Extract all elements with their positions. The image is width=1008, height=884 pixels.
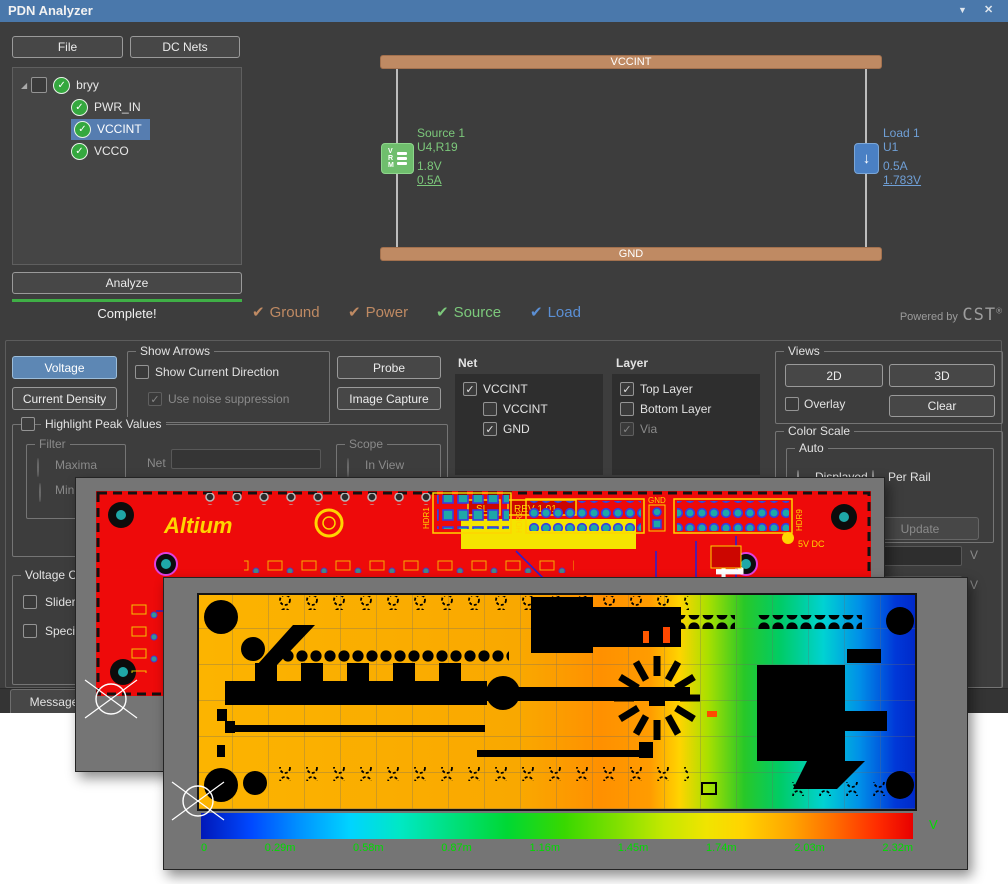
- net-list: ✓ VCCINT VCCINT ✓ GND: [455, 374, 603, 475]
- hdr2-label: HDR2: [515, 511, 524, 533]
- net-vccint-checkbox[interactable]: ✓: [463, 382, 477, 396]
- current-density-mode-button[interactable]: Current Density: [12, 387, 117, 410]
- tree-item-label[interactable]: VCCO: [94, 144, 129, 158]
- tree-row-vccint[interactable]: ✓ VCCINT: [13, 118, 241, 140]
- check-icon: ✔: [348, 303, 361, 321]
- bottom-layer-checkbox[interactable]: [620, 402, 634, 416]
- cst-logo: CST: [962, 305, 996, 325]
- show-arrows-group: Show Arrows Show Current Direction ✓ Use…: [127, 351, 330, 423]
- colorbar-unit: V: [929, 817, 938, 832]
- voltage-heatmap-window[interactable]: V 0 0.29m 0.58m 0.87m 1.16m 1.45m 1.74m …: [163, 577, 968, 870]
- net-tree-panel: ◢ ✓ bryy ✓ PWR_IN ✓ VCCINT ✓ VCCO: [12, 67, 242, 265]
- status-check-icon: ✓: [71, 143, 88, 160]
- tree-row-vcco[interactable]: ✓ VCCO: [13, 140, 241, 162]
- altium-logo-text: Altium: [163, 513, 232, 538]
- window-menu-icon[interactable]: ▼: [958, 5, 967, 15]
- load-icon[interactable]: ↓: [854, 143, 879, 174]
- top-layer-checkbox[interactable]: ✓: [620, 382, 634, 396]
- net-gnd-checkbox[interactable]: ✓: [483, 422, 497, 436]
- status-check-icon: ✓: [74, 121, 91, 138]
- legend-load: ✔ Load: [530, 303, 581, 321]
- source-info: Source 1 U4,R19 1.8V 0.5A: [417, 126, 465, 187]
- voltage-mode-button[interactable]: Voltage: [12, 356, 117, 379]
- load-voltage-link[interactable]: 1.783V: [883, 173, 921, 187]
- analyze-button[interactable]: Analyze: [12, 272, 242, 294]
- ground-rail-gnd[interactable]: GND: [380, 247, 882, 261]
- power-rail-vccint[interactable]: VCCINT: [380, 55, 882, 69]
- maxima-radio: [37, 458, 39, 477]
- voltage-heatmap-image[interactable]: [197, 593, 917, 811]
- hdr1-label: HDR1: [422, 507, 431, 529]
- show-current-direction-checkbox[interactable]: [135, 365, 149, 379]
- load-name: Load 1: [883, 126, 921, 140]
- title-bar[interactable]: PDN Analyzer ▼ ✕: [0, 0, 1008, 22]
- status-check-icon: ✓: [71, 99, 88, 116]
- overlay-checkbox[interactable]: [785, 397, 799, 411]
- tree-item-label[interactable]: VCCINT: [97, 122, 142, 136]
- check-icon: ✔: [530, 303, 543, 321]
- view-3d-button[interactable]: 3D: [889, 364, 995, 387]
- tree-root-label[interactable]: bryy: [76, 78, 99, 92]
- clear-button[interactable]: Clear: [889, 395, 995, 417]
- highlight-net-field[interactable]: [171, 449, 321, 469]
- scale-min-unit: V: [970, 578, 978, 592]
- dc-nets-button[interactable]: DC Nets: [130, 36, 240, 58]
- load-info: Load 1 U1 0.5A 1.783V: [883, 126, 921, 187]
- via-checkbox: ✓: [620, 422, 634, 436]
- root-checkbox[interactable]: [31, 77, 47, 93]
- vrm-source-icon[interactable]: VRM: [381, 143, 414, 174]
- probe-button[interactable]: Probe: [337, 356, 441, 379]
- close-icon[interactable]: ✕: [984, 3, 993, 16]
- scale-max-unit: V: [970, 548, 978, 562]
- source-voltage: 1.8V: [417, 159, 465, 173]
- minima-radio: [39, 483, 41, 502]
- load-current: 0.5A: [883, 159, 921, 173]
- views-group: Views 2D 3D Overlay Clear: [775, 351, 1003, 424]
- net-field-label: Net: [147, 456, 166, 470]
- selected-highlight: ✓ VCCINT: [71, 119, 150, 140]
- legend-ground: ✔ Ground: [252, 303, 320, 321]
- highlight-peak-checkbox[interactable]: [21, 417, 35, 431]
- colorbar-labels: 0 0.29m 0.58m 0.87m 1.16m 1.45m 1.74m 2.…: [201, 842, 913, 854]
- expander-icon[interactable]: ◢: [21, 81, 27, 90]
- legend-power: ✔ Power: [348, 303, 408, 321]
- hdr9-label: HDR9: [795, 509, 804, 531]
- legend-source: ✔ Source: [436, 303, 501, 321]
- view-2d-button[interactable]: 2D: [785, 364, 883, 387]
- probe-crosshair-icon: [84, 672, 138, 726]
- slider-checkbox[interactable]: [23, 595, 37, 609]
- source-name: Source 1: [417, 126, 465, 140]
- check-icon: ✔: [252, 303, 265, 321]
- file-button[interactable]: File: [12, 36, 123, 58]
- net-list-title: Net: [458, 356, 477, 370]
- app-title: PDN Analyzer: [8, 3, 93, 18]
- status-check-icon: ✓: [53, 77, 70, 94]
- in-view-radio: [347, 458, 349, 477]
- supply-label: 5V DC: [798, 539, 825, 549]
- load-refdes: U1: [883, 140, 921, 154]
- check-icon: ✔: [436, 303, 449, 321]
- tree-row-pwrin[interactable]: ✓ PWR_IN: [13, 96, 241, 118]
- voltage-colorbar: [201, 813, 913, 839]
- source-current-link[interactable]: 0.5A: [417, 173, 465, 187]
- gnd-silk-label: GND: [648, 496, 666, 505]
- noise-suppression-checkbox: ✓: [148, 392, 162, 406]
- source-refdes: U4,R19: [417, 140, 465, 154]
- layer-list: ✓ Top Layer Bottom Layer ✓ Via: [612, 374, 760, 475]
- tree-item-label[interactable]: PWR_IN: [94, 100, 141, 114]
- layer-list-title: Layer: [616, 356, 648, 370]
- net-vccint-child-checkbox[interactable]: [483, 402, 497, 416]
- analysis-status: Complete!: [12, 306, 242, 321]
- tree-row-root[interactable]: ◢ ✓ bryy: [13, 74, 241, 96]
- progress-bar: [12, 299, 242, 302]
- image-capture-button[interactable]: Image Capture: [337, 387, 441, 410]
- probe-crosshair-icon: [171, 774, 225, 828]
- specific-values-checkbox[interactable]: [23, 624, 37, 638]
- arrow-down-icon: ↓: [863, 150, 871, 167]
- powered-by: Powered by CST®: [840, 305, 1002, 325]
